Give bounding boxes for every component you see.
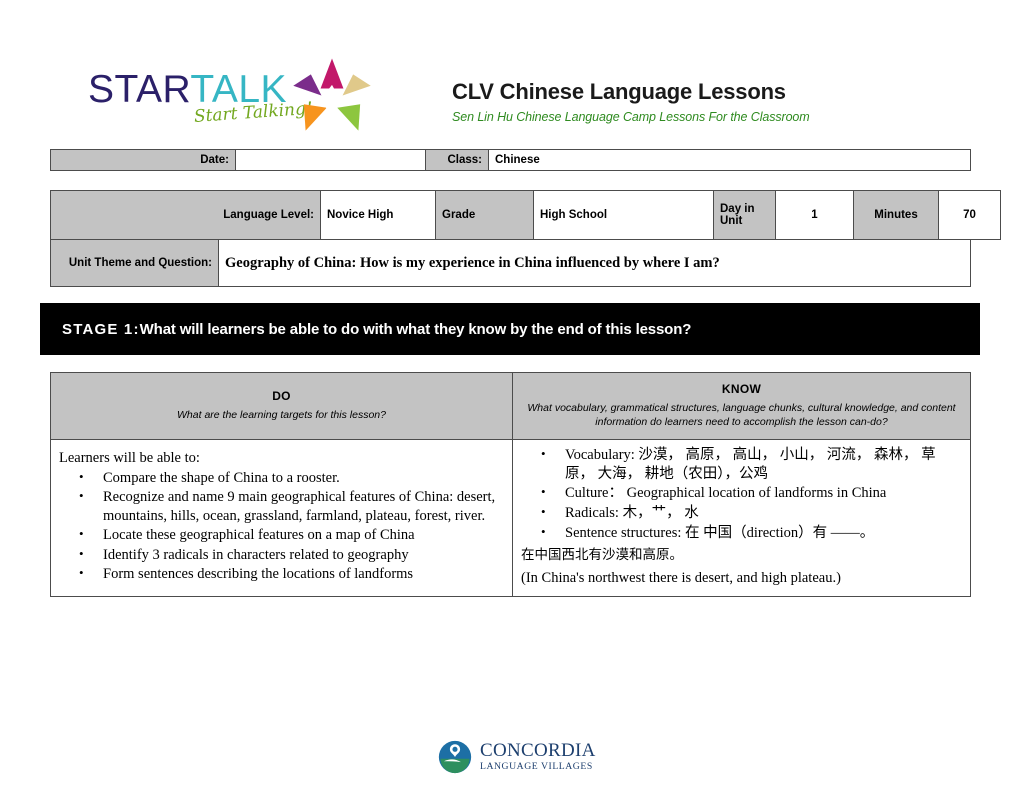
- stage-banner: STAGE 1:What will learners be able to do…: [40, 303, 980, 355]
- unit-theme-label: Unit Theme and Question:: [50, 239, 219, 287]
- unit-theme-table: Unit Theme and Question: Geography of Ch…: [50, 239, 971, 287]
- date-value[interactable]: [235, 149, 426, 171]
- know-example-chinese: 在中国西北有沙漠和高原。: [521, 547, 683, 564]
- day-in-unit-label: Day in Unit: [713, 190, 776, 240]
- language-level-label: Language Level:: [50, 190, 321, 240]
- page-title: CLV Chinese Language Lessons: [452, 79, 786, 104]
- list-item: Compare the shape of China to a rooster.: [79, 469, 504, 488]
- do-column-body: Learners will be able to: Compare the sh…: [50, 439, 513, 597]
- list-item: Form sentences describing the locations …: [79, 565, 504, 584]
- know-example-english: (In China's northwest there is desert, a…: [521, 570, 841, 587]
- minutes-value[interactable]: 70: [938, 190, 1001, 240]
- day-in-unit-value[interactable]: 1: [775, 190, 854, 240]
- list-item: Identify 3 radicals in characters relate…: [79, 546, 504, 565]
- do-bullet-list: Compare the shape of China to a rooster.…: [59, 469, 504, 584]
- list-item: Sentence structures: 在 中国（direction）有 ——…: [541, 524, 962, 543]
- language-level-value[interactable]: Novice High: [320, 190, 436, 240]
- date-label: Date:: [50, 149, 236, 171]
- stage-number: STAGE 1:: [62, 320, 140, 338]
- stage-question: What will learners be able to do with wh…: [139, 320, 692, 338]
- do-column-header: DO What are the learning targets for thi…: [50, 371, 513, 441]
- know-subtitle: What vocabulary, grammatical structures,…: [527, 402, 956, 429]
- know-bullet-list: Vocabulary: 沙漠， 高原， 高山， 小山， 河流， 森林， 草原， …: [521, 446, 962, 542]
- do-title: DO: [272, 389, 291, 404]
- class-value[interactable]: Chinese: [488, 149, 971, 171]
- list-item: Locate these geographical features on a …: [79, 526, 504, 545]
- concordia-name: CONCORDIA: [480, 740, 596, 761]
- lesson-meta-table: Language Level: Novice High Grade High S…: [50, 190, 1001, 240]
- list-item: Vocabulary: 沙漠， 高原， 高山， 小山， 河流， 森林， 草原， …: [541, 446, 962, 483]
- class-label: Class:: [425, 149, 489, 171]
- grade-value[interactable]: High School: [533, 190, 714, 240]
- startalk-logo: STARTALK Start Talking!: [88, 58, 371, 140]
- concordia-logo: CONCORDIA LANGUAGE VILLAGES: [438, 738, 595, 780]
- document-title-block: CLV Chinese Language Lessons Sen Lin Hu …: [452, 79, 992, 125]
- unit-theme-value[interactable]: Geography of China: How is my experience…: [218, 239, 971, 287]
- concordia-mark-icon: [438, 740, 472, 774]
- page-subtitle: Sen Lin Hu Chinese Language Camp Lessons…: [452, 110, 810, 125]
- stage-banner-text: STAGE 1:What will learners be able to do…: [40, 321, 691, 338]
- do-know-header-row: DO What are the learning targets for thi…: [50, 371, 971, 441]
- know-title: KNOW: [721, 382, 762, 396]
- page-header: STARTALK Start Talking! CLV Chinese Lang…: [0, 0, 1020, 140]
- do-lead-text: Learners will be able to:: [59, 450, 200, 467]
- star-icon: [293, 58, 371, 131]
- startalk-word-star: STAR: [88, 68, 191, 111]
- table-row: Language Level: Novice High Grade High S…: [50, 190, 1001, 240]
- do-know-body-row: Learners will be able to: Compare the sh…: [50, 439, 971, 597]
- list-item: Radicals: 木，艹， 水: [541, 504, 962, 523]
- list-item: Culture： Geographical location of landfo…: [541, 484, 962, 503]
- do-know-table: DO What are the learning targets for thi…: [50, 371, 971, 597]
- do-subtitle: What are the learning targets for this l…: [177, 409, 386, 422]
- table-row: Date: Class: Chinese: [50, 149, 971, 171]
- concordia-subtitle: LANGUAGE VILLAGES: [480, 761, 593, 772]
- grade-label: Grade: [435, 190, 534, 240]
- date-class-table: Date: Class: Chinese: [50, 149, 971, 171]
- table-row: Unit Theme and Question: Geography of Ch…: [50, 239, 971, 287]
- list-item: Recognize and name 9 main geographical f…: [79, 488, 504, 525]
- concordia-text-block: CONCORDIA LANGUAGE VILLAGES: [480, 741, 596, 772]
- minutes-label: Minutes: [853, 190, 939, 240]
- know-column-header: KNOW What vocabulary, grammatical struct…: [512, 371, 971, 441]
- know-column-body: Vocabulary: 沙漠， 高原， 高山， 小山， 河流， 森林， 草原， …: [512, 439, 971, 597]
